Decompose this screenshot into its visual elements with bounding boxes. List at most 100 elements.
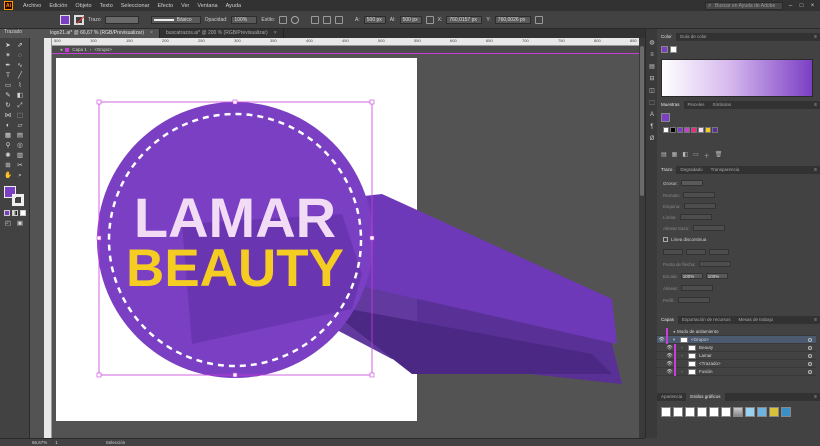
transform-panel-icon[interactable]: ⬚	[648, 99, 656, 107]
help-search-input[interactable]: ⌕ Buscar en Ayuda de Adobe	[705, 1, 783, 10]
zoom-tool-icon[interactable]: ⌕	[16, 172, 24, 180]
pathfinder-icon[interactable]: ◫	[648, 87, 656, 95]
target-icon[interactable]	[808, 361, 812, 366]
chevron-down-icon[interactable]: ▾	[671, 337, 677, 343]
none-mode-icon[interactable]	[20, 210, 26, 216]
free-transform-icon[interactable]: ⬚	[16, 112, 24, 120]
gradient-mode-icon[interactable]	[12, 210, 18, 216]
delete-icon[interactable]: 🗑	[715, 151, 723, 160]
tab-logo21[interactable]: logo21.ai* @ 66,67 % (RGB/Previsualizar)…	[44, 29, 160, 38]
menu-edicion[interactable]: Edición	[45, 3, 71, 9]
magic-wand-icon[interactable]: ✶	[4, 52, 12, 60]
selection-handle[interactable]	[232, 99, 238, 105]
selection-handle[interactable]	[96, 99, 102, 105]
tab-stroke[interactable]: Trazo	[657, 166, 677, 174]
selection-tool-icon[interactable]: ➤	[4, 42, 12, 50]
eye-icon[interactable]: 👁	[665, 345, 674, 351]
scroll-thumb[interactable]	[640, 46, 644, 196]
chevron-right-icon[interactable]: ›	[679, 369, 685, 374]
graphic-style[interactable]	[697, 407, 707, 417]
paintbrush-icon[interactable]: ⌇	[16, 82, 24, 90]
profile-dropdown[interactable]	[677, 297, 710, 303]
tab-brushes[interactable]: Pinceles	[684, 101, 709, 109]
tab-appearance[interactable]: Apariencia	[657, 393, 686, 401]
library-icon[interactable]: ▤	[661, 151, 667, 160]
breadcrumb-group[interactable]: <Grupo>	[94, 47, 112, 52]
align-stroke-buttons[interactable]	[692, 225, 725, 231]
target-icon[interactable]	[808, 353, 812, 358]
hand-tool-icon[interactable]: ✋	[4, 172, 12, 180]
minimize-icon[interactable]: –	[787, 3, 794, 9]
canvas-area[interactable]: LAMAR BEAUTY	[52, 54, 645, 438]
scale-left-field[interactable]: 100%	[680, 273, 703, 279]
tab-color[interactable]: Color	[657, 33, 676, 41]
tab-transparency[interactable]: Transparencia	[707, 166, 744, 174]
graphic-style[interactable]	[661, 407, 671, 417]
menu-seleccionar[interactable]: Seleccionar	[117, 3, 154, 9]
horizontal-ruler[interactable]: 500 100 150 200 250 300 350 400 450 500 550 600 650 7…	[44, 38, 645, 46]
draw-mode-icon[interactable]: ◰	[4, 220, 12, 228]
current-tool-status[interactable]: Selección	[106, 440, 126, 445]
line-tool-icon[interactable]: ╱	[16, 72, 24, 80]
color-fill-swatch[interactable]	[661, 46, 668, 53]
stroke-color-box[interactable]	[12, 194, 24, 206]
stroke-weight-field[interactable]	[104, 15, 139, 24]
tab-graphic-styles[interactable]: Estilos gráficos	[686, 393, 725, 401]
graph-tool-icon[interactable]: ▥	[16, 152, 24, 160]
dash-field[interactable]	[709, 249, 729, 255]
stroke-weight-input[interactable]	[681, 180, 704, 186]
menu-archivo[interactable]: Archivo	[19, 3, 45, 9]
swatch[interactable]	[670, 127, 676, 133]
stroke-swatch[interactable]	[74, 14, 84, 25]
y-field[interactable]: 760,0026 px	[494, 15, 531, 24]
layer-row[interactable]: 👁 ▾ <Grupo>	[657, 335, 816, 344]
transform-icon[interactable]	[323, 15, 332, 24]
opacity-field[interactable]: 100%	[231, 15, 258, 24]
cap-buttons[interactable]	[683, 192, 716, 198]
layer-row[interactable]: 👁 › Beauty	[657, 343, 816, 352]
libraries-icon[interactable]: ▤	[648, 63, 656, 71]
width-tool-icon[interactable]: ⋈	[4, 112, 12, 120]
zoom-field[interactable]: 66,67%	[32, 440, 47, 445]
fill-swatch[interactable]	[60, 14, 70, 25]
swatch[interactable]	[684, 127, 690, 133]
eye-icon[interactable]: 👁	[665, 369, 674, 375]
swatch[interactable]	[712, 127, 718, 133]
swatch[interactable]	[691, 127, 697, 133]
menu-efecto[interactable]: Efecto	[154, 3, 178, 9]
selection-handle[interactable]	[369, 235, 375, 241]
graphic-style[interactable]	[721, 407, 731, 417]
graphic-style[interactable]	[757, 407, 767, 417]
pen-tool-icon[interactable]: ✒	[4, 62, 12, 70]
panel-menu-icon[interactable]: ≡	[814, 394, 820, 400]
swatch[interactable]	[705, 127, 711, 133]
properties-icon[interactable]: ≡	[648, 51, 656, 59]
color-panel-icon[interactable]: ◍	[648, 39, 656, 47]
limit-field[interactable]	[679, 214, 712, 220]
curvature-tool-icon[interactable]: ∿	[16, 62, 24, 70]
graphic-style[interactable]	[673, 407, 683, 417]
lasso-icon[interactable]: ◌	[16, 52, 24, 60]
breadcrumb-layer[interactable]: Capa 1	[72, 47, 87, 52]
shape-builder-icon[interactable]: ◐	[4, 122, 12, 130]
close-window-icon[interactable]: ×	[809, 3, 816, 9]
swatch[interactable]	[698, 127, 704, 133]
recolor-icon[interactable]	[291, 15, 300, 24]
panel-menu-icon[interactable]: ≡	[814, 167, 820, 173]
show-kinds-icon[interactable]: ▦	[672, 151, 678, 160]
x-field[interactable]: 760,0157 px	[446, 15, 483, 24]
graphic-style[interactable]	[709, 407, 719, 417]
menu-texto[interactable]: Texto	[96, 3, 117, 9]
rectangle-tool-icon[interactable]: ▭	[4, 82, 12, 90]
tab-layers[interactable]: Capas	[657, 316, 679, 324]
type-tool-icon[interactable]: T	[4, 72, 12, 80]
graphic-style-picker[interactable]	[279, 15, 288, 24]
back-arrow-icon[interactable]: ◂	[60, 47, 62, 53]
paragraph-icon[interactable]: ¶	[648, 123, 656, 131]
tab-swatches[interactable]: Muestras	[657, 101, 684, 109]
chevron-right-icon[interactable]: ›	[679, 353, 685, 358]
lamar-beauty-artwork[interactable]: LAMAR BEAUTY	[52, 54, 645, 438]
selection-handle[interactable]	[232, 372, 238, 378]
chevron-right-icon[interactable]: ›	[679, 345, 685, 350]
target-icon[interactable]	[808, 345, 812, 350]
